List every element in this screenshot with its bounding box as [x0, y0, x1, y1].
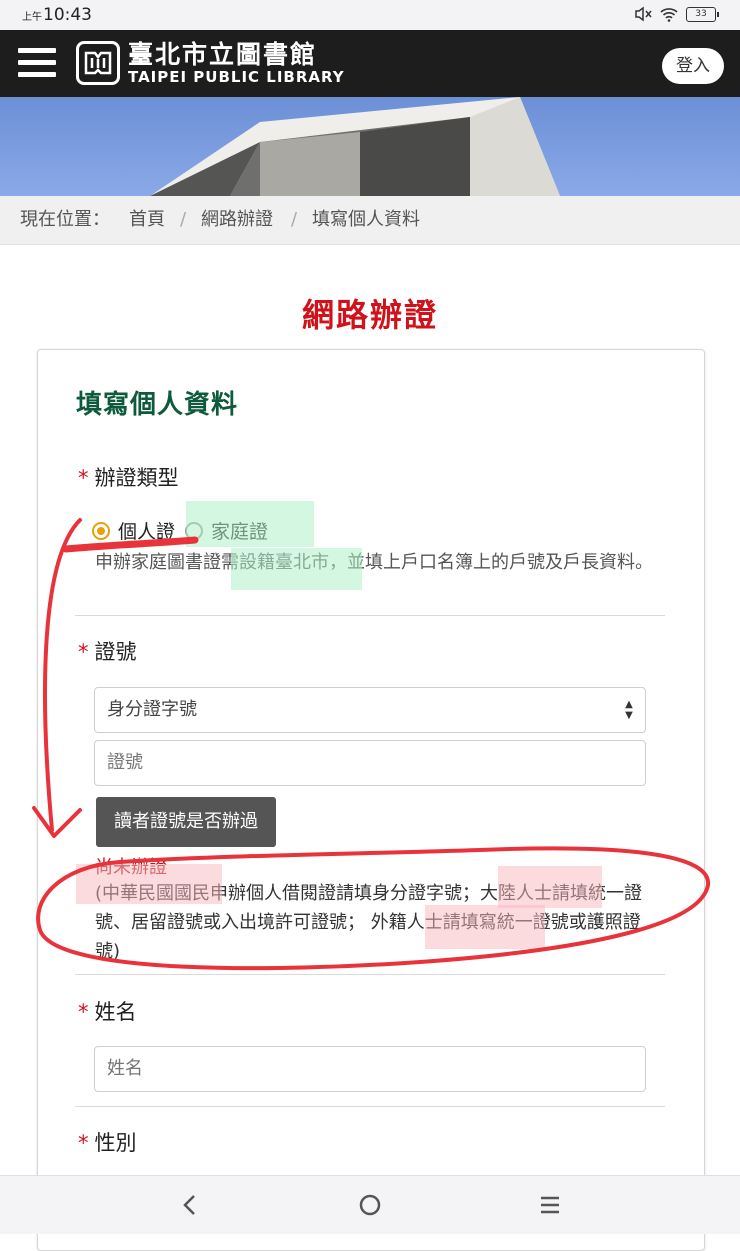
breadcrumb-prefix: 現在位置： — [20, 209, 110, 230]
library-logo[interactable]: 臺北市立圖書館 TAIPEI PUBLIC LIBRARY — [76, 41, 345, 85]
breadcrumb-separator: / — [180, 209, 187, 230]
family-card-help: 申辦家庭圖書證需設籍臺北市，並填上戶口名簿上的戶號及戶長資料。 — [95, 552, 653, 573]
mute-icon — [635, 6, 652, 22]
name-input[interactable]: 姓名 — [94, 1046, 646, 1092]
name-label: * 姓名 — [78, 1000, 137, 1024]
divider — [75, 974, 665, 975]
select-updown-icon: ▲ ▼ — [625, 699, 633, 721]
page-title: 網路辦證 — [301, 296, 438, 334]
logo-title-zh: 臺北市立圖書館 — [128, 40, 318, 69]
id-number-label: * 證號 — [78, 640, 137, 664]
status-icons: 33 — [634, 6, 719, 22]
hero-banner-image — [0, 97, 740, 196]
breadcrumb-home-link[interactable]: 首頁 — [129, 196, 165, 244]
logo-emblem-icon — [76, 41, 120, 85]
section-title: 填寫個人資料 — [76, 390, 239, 420]
site-header: 臺北市立圖書館 TAIPEI PUBLIC LIBRARY 登入 — [0, 30, 740, 97]
status-time: 上午10:43 — [22, 5, 92, 25]
divider — [75, 1106, 665, 1107]
battery-icon: 33 — [686, 6, 719, 22]
id-type-select[interactable]: 身分證字號 ▲ ▼ — [94, 687, 646, 733]
breadcrumb-online-apply-link[interactable]: 網路辦證 — [201, 196, 273, 244]
breadcrumb: 現在位置： 首頁 / 網路辦證 / 填寫個人資料 — [0, 196, 740, 245]
card-type-radio-group: 個人證 家庭證 — [92, 517, 278, 544]
home-icon[interactable] — [350, 1190, 390, 1220]
check-registered-button[interactable]: 讀者證號是否辦過 — [96, 797, 276, 847]
id-number-note: (中華民國國民申辦個人借閱證請填身分證字號；大陸人士請填統一證號、居留證號或入出… — [95, 883, 643, 962]
logo-title-en: TAIPEI PUBLIC LIBRARY — [128, 68, 345, 86]
radio-family[interactable] — [185, 521, 204, 540]
gender-label: * 性別 — [78, 1131, 137, 1155]
id-number-input[interactable]: 證號 — [94, 740, 646, 786]
card-type-label: * 辦證類型 — [78, 466, 179, 490]
status-bar: 上午10:43 33 — [0, 0, 740, 30]
registration-status: 尚未辦證 — [95, 857, 167, 878]
wifi-icon — [660, 7, 678, 22]
radio-personal[interactable] — [92, 521, 110, 540]
radio-personal-label[interactable]: 個人證 — [118, 517, 175, 544]
login-button[interactable]: 登入 — [662, 48, 724, 84]
system-nav-bar — [0, 1175, 740, 1234]
back-icon[interactable] — [170, 1190, 210, 1220]
breadcrumb-current: 填寫個人資料 — [312, 209, 420, 230]
divider — [75, 615, 665, 616]
recent-apps-icon[interactable] — [530, 1190, 570, 1220]
breadcrumb-separator: / — [291, 209, 298, 230]
radio-family-label[interactable]: 家庭證 — [211, 517, 268, 544]
menu-icon[interactable] — [18, 48, 56, 78]
